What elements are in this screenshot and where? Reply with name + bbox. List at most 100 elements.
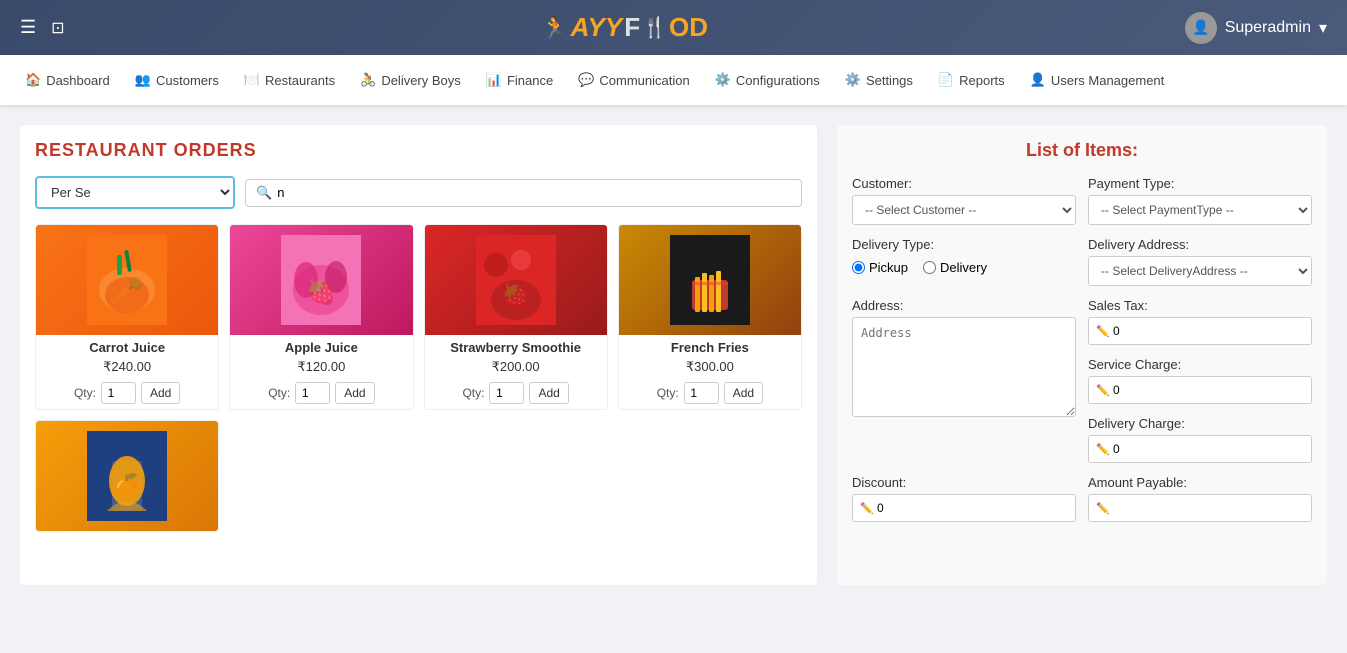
hamburger-menu-icon[interactable]: ☰: [20, 17, 36, 38]
amount-payable-group: Amount Payable: ✏️: [1088, 475, 1312, 522]
delivery-radio[interactable]: [923, 261, 936, 274]
customer-select[interactable]: -- Select Customer --: [852, 195, 1076, 225]
order-form: Customer: -- Select Customer -- Payment …: [852, 176, 1312, 463]
delivery-radio-item[interactable]: Delivery: [923, 260, 987, 275]
nav-item-reports[interactable]: 📄 Reports: [928, 67, 1015, 93]
qty-label-carrot: Qty:: [74, 386, 96, 400]
delivery-charge-input[interactable]: [1088, 435, 1312, 463]
nav-users-management-label: Users Management: [1051, 73, 1164, 88]
nav-item-settings[interactable]: ⚙️ Settings: [835, 67, 923, 93]
discount-input-wrapper: ✏️: [852, 494, 1076, 522]
product-card-carrot-juice: 🥕 Carrot Juice ₹240.00 Qty: Add: [35, 224, 219, 410]
search-icon: 🔍: [256, 185, 272, 201]
nav-item-dashboard[interactable]: 🏠 Dashboard: [15, 67, 120, 93]
user-avatar[interactable]: 👤: [1185, 12, 1217, 44]
carrot-juice-image: 🥕: [36, 225, 218, 335]
nav-item-restaurants[interactable]: 🍽️ Restaurants: [234, 67, 345, 93]
settings-icon: ⚙️: [845, 72, 861, 88]
strawberry-smoothie-qty-row: Qty: Add: [425, 377, 607, 409]
add-button-french-fries[interactable]: Add: [724, 382, 763, 404]
delivery-boys-icon: 🚴: [360, 72, 376, 88]
discount-group: Discount: ✏️: [852, 475, 1076, 522]
amount-payable-input-wrapper: ✏️: [1088, 494, 1312, 522]
payment-type-select[interactable]: -- Select PaymentType --: [1088, 195, 1312, 225]
sales-tax-input-wrapper: ✏️: [1088, 317, 1312, 345]
nav-finance-label: Finance: [507, 73, 553, 88]
customer-group: Customer: -- Select Customer --: [852, 176, 1076, 225]
nav-item-configurations[interactable]: ⚙️ Configurations: [705, 67, 830, 93]
delivery-address-group: Delivery Address: -- Select DeliveryAddr…: [1088, 237, 1312, 286]
apple-juice-qty-row: Qty: Add: [230, 377, 412, 409]
discount-edit-icon: ✏️: [860, 502, 874, 515]
nav-communication-label: Communication: [599, 73, 689, 88]
nav-item-customers[interactable]: 👥 Customers: [125, 67, 229, 93]
filter-bar: Per Se 🔍: [35, 176, 802, 209]
nav-item-communication[interactable]: 💬 Communication: [568, 67, 700, 93]
username-label: Superadmin: [1225, 19, 1311, 37]
delivery-charge-input-wrapper: ✏️: [1088, 435, 1312, 463]
french-fries-price: ₹300.00: [619, 357, 801, 377]
product-card-strawberry-smoothie: 🍓 Strawberry Smoothie ₹200.00 Qty: Add: [424, 224, 608, 410]
delivery-type-group: Delivery Type: Pickup Delivery: [852, 237, 1076, 286]
customers-icon: 👥: [135, 72, 151, 88]
service-charge-input[interactable]: [1088, 376, 1312, 404]
strawberry-smoothie-price: ₹200.00: [425, 357, 607, 377]
sales-tax-input[interactable]: [1088, 317, 1312, 345]
add-button-carrot-juice[interactable]: Add: [141, 382, 180, 404]
grid-icon[interactable]: ⊡: [51, 18, 64, 38]
apple-juice-name: Apple Juice: [230, 335, 412, 357]
add-button-apple-juice[interactable]: Add: [335, 382, 374, 404]
restaurant-select[interactable]: Per Se: [35, 176, 235, 209]
header-right: 👤 Superadmin ▾: [1185, 12, 1327, 44]
finance-icon: 📊: [486, 72, 502, 88]
qty-label-strawberry: Qty:: [462, 386, 484, 400]
qty-label-fries: Qty:: [657, 386, 679, 400]
svg-text:🍊: 🍊: [113, 473, 142, 498]
right-panel-title: List of Items:: [852, 140, 1312, 161]
logo-runner-icon: 🏃: [541, 15, 568, 41]
amount-payable-edit-icon: ✏️: [1096, 502, 1110, 515]
payment-type-label: Payment Type:: [1088, 176, 1312, 191]
qty-input-strawberry-smoothie[interactable]: [489, 382, 524, 404]
service-charge-label: Service Charge:: [1088, 357, 1312, 372]
logo-ood: OD: [669, 12, 708, 43]
nav-reports-label: Reports: [959, 73, 1005, 88]
sales-tax-edit-icon: ✏️: [1096, 325, 1110, 338]
apple-juice-price: ₹120.00: [230, 357, 412, 377]
pickup-radio[interactable]: [852, 261, 865, 274]
search-box: 🔍: [245, 179, 802, 207]
svg-text:🥕: 🥕: [110, 275, 145, 306]
nav-configurations-label: Configurations: [736, 73, 820, 88]
pickup-radio-item[interactable]: Pickup: [852, 260, 908, 275]
delivery-charge-edit-icon: ✏️: [1096, 443, 1110, 456]
search-input[interactable]: [277, 185, 791, 200]
product-card-orange-juice: 🍊: [35, 420, 219, 532]
amount-payable-label: Amount Payable:: [1088, 475, 1312, 490]
carrot-juice-name: Carrot Juice: [36, 335, 218, 357]
header-left: ☰ ⊡: [20, 17, 65, 38]
qty-input-french-fries[interactable]: [684, 382, 719, 404]
sales-tax-group: Sales Tax: ✏️ Service Charge: ✏️ Deliver…: [1088, 298, 1312, 463]
product-grid: 🥕 Carrot Juice ₹240.00 Qty: Add: [35, 224, 802, 532]
address-textarea[interactable]: [852, 317, 1076, 417]
nav-item-delivery-boys[interactable]: 🚴 Delivery Boys: [350, 67, 471, 93]
user-dropdown-icon[interactable]: ▾: [1319, 18, 1327, 38]
strawberry-smoothie-name: Strawberry Smoothie: [425, 335, 607, 357]
main-content: RESTAURANT ORDERS Per Se 🔍: [0, 105, 1347, 605]
qty-input-apple-juice[interactable]: [295, 382, 330, 404]
nav-item-finance[interactable]: 📊 Finance: [476, 67, 563, 93]
logo: 🏃 AYY F 🍴 OD: [541, 12, 708, 43]
amount-payable-input[interactable]: [1088, 494, 1312, 522]
french-fries-image: [619, 225, 801, 335]
dashboard-icon: 🏠: [25, 72, 41, 88]
page-title: RESTAURANT ORDERS: [35, 140, 802, 161]
nav-item-users-management[interactable]: 👤 Users Management: [1020, 67, 1175, 93]
reports-icon: 📄: [938, 72, 954, 88]
header: ☰ ⊡ 🏃 AYY F 🍴 OD 👤 Superadmin ▾: [0, 0, 1347, 55]
french-fries-name: French Fries: [619, 335, 801, 357]
delivery-address-select[interactable]: -- Select DeliveryAddress --: [1088, 256, 1312, 286]
nav-delivery-boys-label: Delivery Boys: [381, 73, 460, 88]
discount-input[interactable]: [852, 494, 1076, 522]
qty-input-carrot-juice[interactable]: [101, 382, 136, 404]
add-button-strawberry-smoothie[interactable]: Add: [529, 382, 568, 404]
